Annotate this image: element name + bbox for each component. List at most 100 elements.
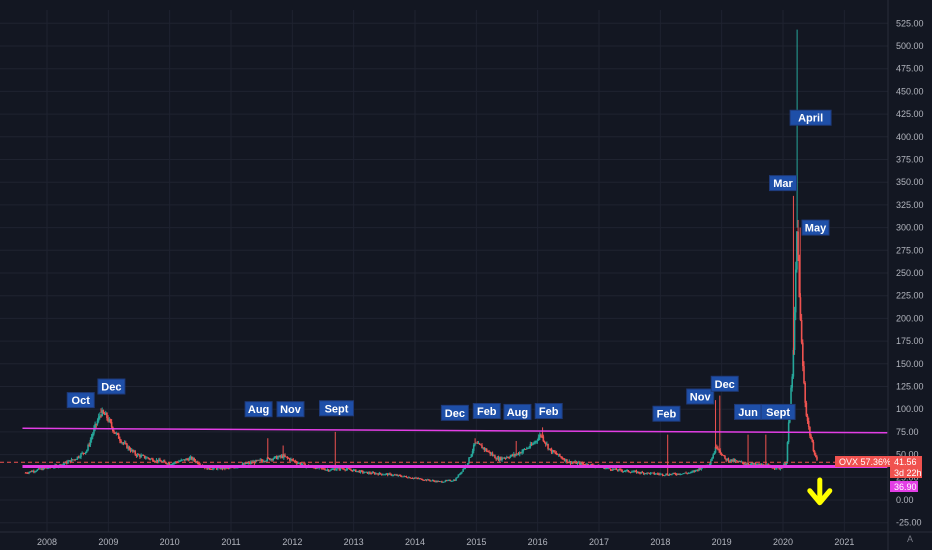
y-tick-label: 325.00 bbox=[896, 200, 924, 210]
candle-body bbox=[711, 458, 713, 461]
candle-body bbox=[661, 473, 664, 476]
annotation-label: Aug bbox=[507, 407, 528, 419]
x-tick-label: 2016 bbox=[528, 537, 548, 547]
candle-body bbox=[116, 433, 119, 434]
candle-body bbox=[362, 471, 364, 473]
candle-body bbox=[459, 472, 462, 475]
annotation-label: Jun bbox=[738, 407, 758, 419]
candle-body bbox=[443, 481, 446, 483]
candle-body bbox=[680, 474, 683, 476]
y-tick-label: 425.00 bbox=[896, 109, 924, 119]
candle-body bbox=[786, 442, 789, 462]
candle-body bbox=[543, 440, 546, 443]
candle-body bbox=[713, 452, 716, 455]
price-chart[interactable]: OctDecAug Nov Sept Dec Feb Aug Feb FebNovDecJun… bbox=[0, 0, 932, 550]
annotation-label: Sept bbox=[766, 407, 790, 419]
candle-body bbox=[620, 469, 622, 471]
annotation-label: Aug bbox=[248, 404, 269, 416]
y-tick-label: 225.00 bbox=[896, 291, 924, 301]
candle-body bbox=[561, 457, 563, 459]
auto-scale-button[interactable]: A bbox=[902, 533, 918, 546]
candle-body bbox=[212, 468, 214, 470]
candle-body bbox=[623, 471, 626, 472]
x-tick-label: 2021 bbox=[834, 537, 854, 547]
candle-body bbox=[494, 455, 496, 459]
candle-body bbox=[343, 468, 345, 470]
candle-body bbox=[124, 442, 127, 444]
candle-body bbox=[152, 458, 154, 462]
candle-body bbox=[163, 460, 166, 462]
candle-body bbox=[537, 437, 540, 441]
candle-body bbox=[536, 440, 539, 442]
candle-body bbox=[75, 459, 78, 460]
candle-body bbox=[508, 457, 510, 459]
support-badge-text: 36.90 bbox=[894, 482, 917, 492]
candle-body bbox=[469, 457, 471, 458]
candle-body bbox=[750, 464, 752, 466]
candle-body bbox=[165, 461, 167, 464]
y-tick-label: 400.00 bbox=[896, 132, 924, 142]
candle-body bbox=[724, 455, 726, 459]
candle-body bbox=[449, 480, 451, 482]
candle-body bbox=[405, 476, 408, 478]
candle-body bbox=[807, 420, 810, 427]
candle-body bbox=[560, 456, 562, 458]
candle-body bbox=[544, 442, 547, 445]
candle-body bbox=[369, 472, 371, 474]
candle-body bbox=[97, 416, 100, 421]
candle-body bbox=[67, 461, 69, 464]
candle-body bbox=[540, 434, 542, 437]
annotation-label: Dec bbox=[445, 408, 465, 420]
annotation-label: May bbox=[805, 223, 827, 235]
y-tick-label: 475.00 bbox=[896, 64, 924, 74]
candle-body bbox=[117, 433, 120, 439]
candle-body bbox=[265, 460, 267, 462]
candle-body bbox=[91, 433, 94, 437]
annotation-label: Feb bbox=[477, 406, 497, 418]
x-tick-label: 2008 bbox=[37, 537, 57, 547]
y-tick-label: 375.00 bbox=[896, 155, 924, 165]
candle-body bbox=[632, 471, 634, 473]
candle-body bbox=[27, 473, 29, 474]
candle-body bbox=[35, 470, 37, 472]
candle-body bbox=[797, 231, 799, 255]
annotation-label: Nov bbox=[280, 404, 302, 416]
candle-body bbox=[260, 459, 263, 461]
x-tick-label: 2018 bbox=[650, 537, 670, 547]
candle-body bbox=[527, 448, 529, 449]
annotation-label: Dec bbox=[101, 382, 121, 394]
candle-body bbox=[159, 459, 161, 462]
candle-body bbox=[809, 426, 811, 436]
candle-body bbox=[478, 443, 481, 445]
candle-body bbox=[334, 469, 337, 471]
candle-body bbox=[462, 468, 464, 472]
grid bbox=[0, 10, 888, 532]
candle-body bbox=[456, 477, 459, 479]
x-tick-label: 2010 bbox=[160, 537, 180, 547]
candle-body bbox=[173, 462, 175, 464]
candle-body bbox=[80, 453, 82, 458]
candle-body bbox=[816, 456, 818, 460]
candle-body bbox=[379, 472, 382, 474]
candle-body bbox=[515, 454, 517, 456]
candle-body bbox=[110, 422, 113, 427]
candle-body bbox=[793, 312, 796, 350]
candle-body bbox=[106, 412, 108, 419]
ovx-label-text: OVX 57.36% bbox=[839, 457, 891, 467]
y-tick-label: 125.00 bbox=[896, 382, 924, 392]
candle-body bbox=[806, 415, 809, 421]
candle-body bbox=[521, 451, 523, 454]
candle-body bbox=[428, 479, 430, 481]
x-tick-label: 2019 bbox=[712, 537, 732, 547]
annotation-label: Feb bbox=[539, 406, 559, 418]
candle-body bbox=[470, 454, 473, 458]
candle-body bbox=[700, 468, 703, 470]
candle-body bbox=[349, 468, 351, 470]
y-tick-label: 300.00 bbox=[896, 223, 924, 233]
candle-body bbox=[89, 439, 92, 446]
price-badge-text: 41.56 bbox=[894, 457, 917, 467]
candle-body bbox=[814, 454, 817, 457]
candle-body bbox=[485, 448, 488, 452]
candle-body bbox=[664, 475, 666, 477]
candle-body bbox=[653, 472, 655, 475]
